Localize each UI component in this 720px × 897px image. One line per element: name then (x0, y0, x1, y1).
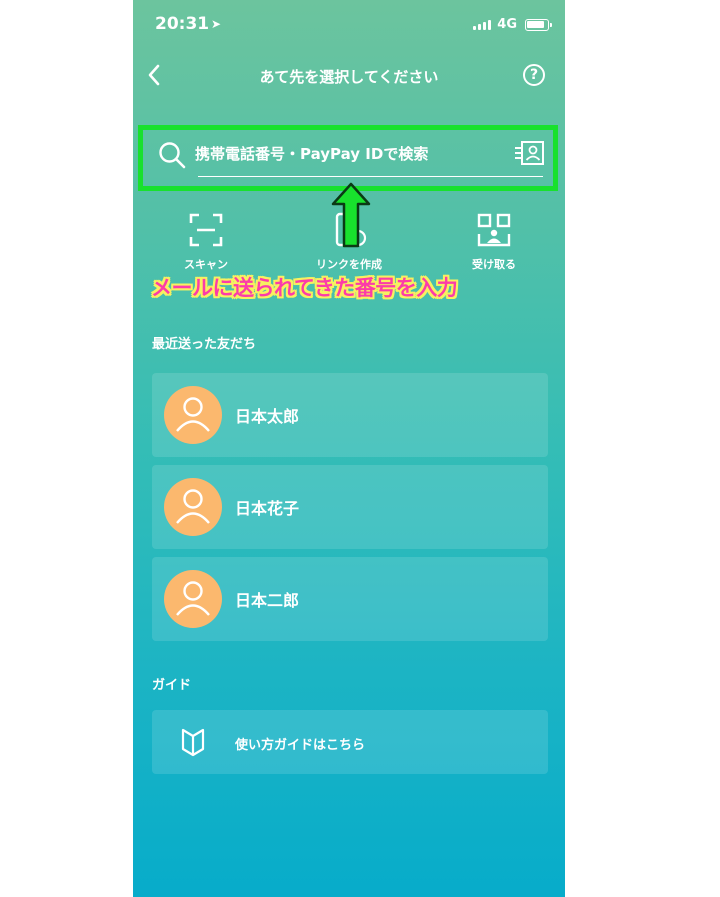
friend-name: 日本二郎 (235, 591, 300, 610)
avatar (164, 386, 222, 444)
friend-name: 日本花子 (235, 499, 300, 518)
battery-icon (525, 19, 552, 31)
status-bar: 20:31 ➤ 4G (133, 14, 565, 38)
location-arrow-icon: ➤ (211, 17, 222, 31)
guide-link-label: 使い方ガイドはこちら (235, 738, 366, 753)
search-underline (198, 176, 543, 177)
friend-card[interactable]: 日本花子 (152, 465, 548, 549)
person-icon (176, 489, 210, 524)
action-scan[interactable]: スキャン (141, 212, 271, 272)
person-icon (176, 581, 210, 616)
up-arrow-icon (331, 182, 371, 248)
avatar (164, 570, 222, 628)
action-receive-label: 受け取る (472, 258, 516, 271)
beginner-mark-icon (181, 728, 205, 757)
friend-card[interactable]: 日本太郎 (152, 373, 548, 457)
action-scan-label: スキャン (184, 258, 228, 271)
recent-friends-heading: 最近送った友だち (152, 337, 257, 352)
annotation-caption: メールに送られてきた番号を入力 (151, 276, 458, 300)
search-input[interactable]: 携帯電話番号・PayPay IDで検索 (195, 143, 428, 164)
network-type: 4G (497, 17, 517, 32)
person-icon (176, 397, 210, 432)
status-time: 20:31 (155, 14, 210, 34)
action-receive[interactable]: 受け取る (429, 212, 559, 272)
signal-icon (473, 20, 491, 30)
action-create-link-label: リンクを作成 (316, 258, 382, 271)
guide-link[interactable]: 使い方ガイドはこちら (152, 710, 548, 774)
page-title: あて先を選択してください (259, 68, 439, 86)
phone-screen: 20:31 ➤ 4G あて先を選択してください ? 携帯電話番号・PayPay … (133, 0, 565, 897)
guide-heading: ガイド (152, 678, 192, 693)
help-button[interactable]: ? (523, 64, 545, 86)
contact-book-icon[interactable] (513, 139, 545, 167)
avatar (164, 478, 222, 536)
friend-name: 日本太郎 (235, 407, 300, 426)
friend-card[interactable]: 日本二郎 (152, 557, 548, 641)
scan-icon (189, 213, 223, 247)
qr-receive-icon (477, 213, 511, 247)
search-icon (159, 142, 186, 169)
